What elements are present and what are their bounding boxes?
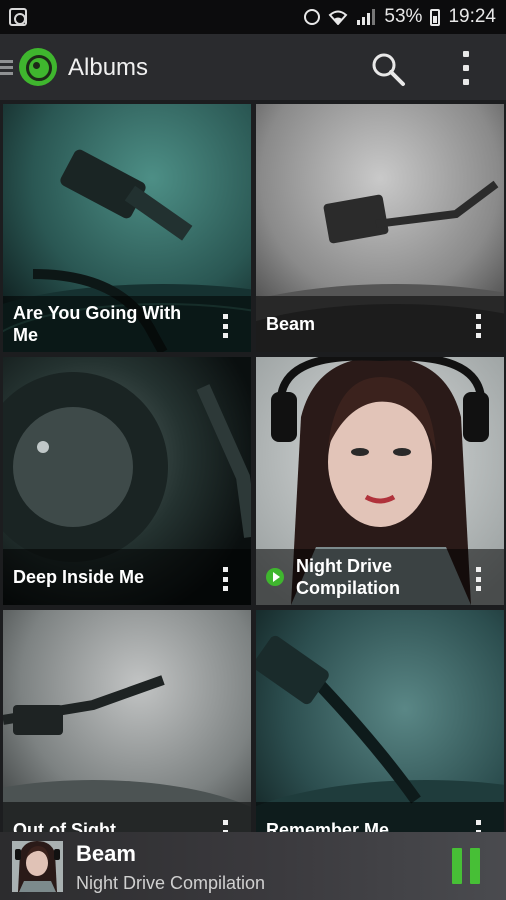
search-icon[interactable] — [370, 51, 406, 87]
album-tile[interactable]: Out of Sight — [3, 610, 251, 832]
album-title: Are You Going With Me — [13, 303, 182, 345]
album-caption: Are You Going With Me — [3, 296, 251, 352]
album-tile[interactable]: Are You Going With Me — [3, 104, 251, 352]
status-bar: 53% 19:24 — [0, 0, 506, 34]
album-menu-icon[interactable] — [476, 567, 482, 591]
overflow-menu-icon[interactable] — [456, 51, 476, 85]
album-tile[interactable]: Night Drive Compilation — [256, 357, 504, 605]
album-art — [256, 610, 504, 832]
screenshot-notification-icon — [9, 8, 27, 26]
now-playing-icon — [266, 568, 284, 586]
now-playing-bar[interactable]: Beam Night Drive Compilation — [0, 832, 506, 900]
album-title: Deep Inside Me — [13, 567, 145, 587]
page-title: Albums — [68, 54, 149, 81]
now-playing-track: Beam — [76, 841, 136, 866]
app-logo-icon[interactable] — [19, 48, 57, 86]
alarm-icon — [304, 9, 321, 25]
album-title: Night Drive Compilation — [296, 556, 400, 598]
album-caption: Night Drive Compilation — [256, 549, 504, 605]
album-caption: Out of Sight — [3, 802, 251, 832]
album-caption: Remember Me — [256, 802, 504, 832]
app-bar: Albums — [0, 34, 506, 100]
clock: 19:24 — [448, 6, 496, 27]
album-title: Remember Me — [266, 820, 390, 832]
album-tile[interactable]: Deep Inside Me — [3, 357, 251, 605]
album-menu-icon[interactable] — [476, 314, 482, 338]
album-menu-icon[interactable] — [223, 567, 229, 591]
album-title: Out of Sight — [13, 820, 116, 832]
wifi-icon — [329, 10, 348, 25]
album-caption: Beam — [256, 296, 504, 352]
pause-button[interactable] — [452, 848, 482, 884]
album-tile[interactable]: Beam — [256, 104, 504, 352]
now-playing-album: Night Drive Compilation — [76, 873, 266, 893]
drawer-menu-icon[interactable] — [0, 60, 13, 76]
now-playing-album-art[interactable] — [12, 841, 63, 892]
album-caption: Deep Inside Me — [3, 549, 251, 605]
album-art — [3, 610, 251, 832]
signal-icon — [357, 9, 376, 25]
album-title: Beam — [266, 314, 316, 334]
album-menu-icon[interactable] — [223, 820, 229, 832]
album-menu-icon[interactable] — [223, 314, 229, 338]
battery-icon — [430, 8, 441, 26]
album-tile[interactable]: Remember Me — [256, 610, 504, 832]
battery-percent: 53% — [384, 6, 423, 27]
album-menu-icon[interactable] — [476, 820, 482, 832]
album-grid: Are You Going With Me Beam Deep Inside M… — [0, 100, 506, 832]
